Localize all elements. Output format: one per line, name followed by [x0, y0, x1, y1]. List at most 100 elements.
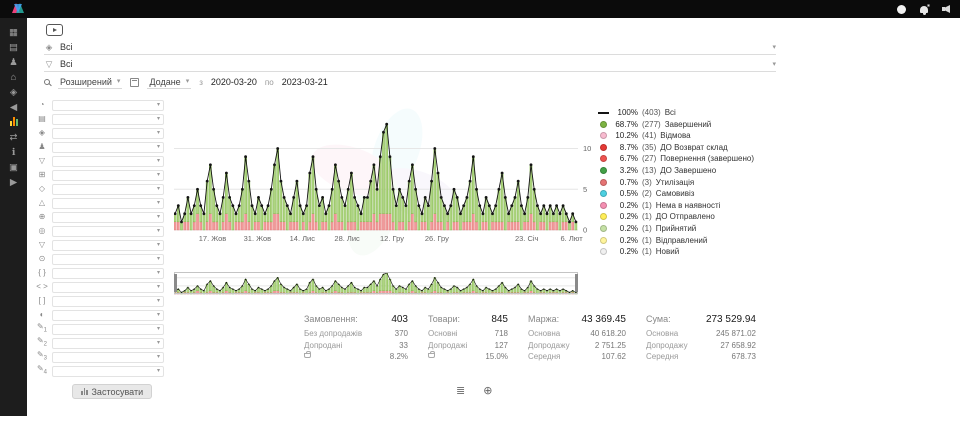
orders-icon[interactable]: ▤ — [5, 42, 22, 54]
dashboard-icon[interactable]: ▦ — [5, 27, 22, 39]
app-logo-icon[interactable] — [10, 2, 26, 17]
legend-item[interactable]: 8.7%(35)ДО Возврат склад — [600, 143, 805, 152]
filter-warehouse-select[interactable]: ⊞▾ — [36, 169, 164, 181]
legend-item[interactable]: 68.7%(277)Завершений — [600, 120, 805, 129]
marketing-icon[interactable]: ◀ — [5, 102, 22, 114]
filter-custom-2-dropdown[interactable]: ▾ — [52, 338, 164, 349]
filter-source-dropdown[interactable]: ▾ — [52, 100, 164, 111]
filter-delivery-select[interactable]: △▾ — [36, 197, 164, 209]
info-icon[interactable]: ℹ — [5, 147, 22, 159]
svg-text:14. Лис: 14. Лис — [290, 234, 316, 243]
legend-item[interactable]: 10.2%(41)Відмова — [600, 131, 805, 140]
filter-region-icon: ◎ — [36, 226, 48, 236]
legend-item[interactable]: 0.5%(2)Самовивіз — [600, 189, 805, 198]
stat-title: Маржа: — [528, 314, 559, 324]
filter-funnel-dropdown[interactable]: ▾ — [52, 240, 164, 251]
stat-subvalue: 40 618.20 — [590, 329, 626, 338]
filter-category-icon: ◈ — [36, 128, 48, 138]
filter-brackets-select[interactable]: [ ]▾ — [36, 295, 164, 307]
legend-item[interactable]: 0.2%(1)Відправлений — [600, 236, 805, 245]
date-from-input[interactable]: 2020-03-20 — [211, 77, 257, 87]
filter-delivery-dropdown[interactable]: ▾ — [52, 198, 164, 209]
filter-custom-1-dropdown[interactable]: ▾ — [52, 324, 164, 335]
filter-source-select[interactable]: ◔▾ — [36, 99, 164, 111]
filters-sidebar: ◔▾▤▾◈▾♟▾▽▾⊞▾◇▾△▾⊕▾◎▾▽▾⊙▾{ }▾< >▾[ ]▾◐▾✎1… — [36, 99, 164, 379]
legend-percent: 0.2% — [611, 212, 638, 221]
legend-percent: 8.7% — [611, 143, 638, 152]
filter-warehouse-dropdown[interactable]: ▾ — [52, 170, 164, 181]
products-icon[interactable]: ▣ — [5, 162, 22, 174]
legend-item[interactable]: 0.2%(1)ДО Отправлено — [600, 212, 805, 221]
legend-item[interactable]: 0.7%(3)Утилізація — [600, 178, 805, 187]
announcements-icon[interactable] — [942, 5, 950, 13]
legend-item[interactable]: 0.2%(1)Нема в наявності — [600, 201, 805, 210]
filter-custom-2-select[interactable]: ✎2▾ — [36, 337, 164, 349]
filter-category-select[interactable]: ◈▾ — [36, 127, 164, 139]
filter-funnel-select[interactable]: ▽▾ — [36, 239, 164, 251]
filter-status-select[interactable]: ▤▾ — [36, 113, 164, 125]
orders-status-chart[interactable]: 051017. Жов31. Жов14. Лис28. Лис12. Гру2… — [174, 120, 604, 246]
filter-payment-dropdown[interactable]: ▾ — [52, 212, 164, 223]
filter-payment-select[interactable]: ⊕▾ — [36, 211, 164, 223]
integrations-icon[interactable]: ⇄ — [5, 132, 22, 144]
filter-other-dropdown[interactable]: ▾ — [52, 310, 164, 321]
filter-brackets-dropdown[interactable]: ▾ — [52, 296, 164, 307]
filter-product-select[interactable]: ◇▾ — [36, 183, 164, 195]
apply-button-label: Застосувати — [92, 387, 144, 397]
search-mode-select[interactable]: Розширений ▾ — [58, 75, 122, 89]
filter-code-icon: < > — [36, 282, 48, 292]
media-icon[interactable]: ▶ — [5, 177, 22, 189]
legend-label: Новий — [656, 247, 679, 256]
list-view-icon[interactable]: ≣ — [456, 384, 465, 397]
filter-manager-dropdown[interactable]: ▾ — [52, 156, 164, 167]
filter-code-select[interactable]: < > ▾ — [36, 281, 164, 293]
filter-manager-select[interactable]: ▽▾ — [36, 155, 164, 167]
date-to-input[interactable]: 2023-03-21 — [282, 77, 328, 87]
filter-region-select[interactable]: ◎▾ — [36, 225, 164, 237]
filter-status-dropdown[interactable]: ▾ — [52, 114, 164, 125]
legend-label: ДО Возврат склад — [660, 143, 727, 152]
notification-badge — [927, 4, 930, 7]
legend-percent: 68.7% — [611, 120, 638, 129]
legend-item[interactable]: 6.7%(27)Повернення (завершено) — [600, 154, 805, 163]
chart-navigator[interactable] — [174, 272, 580, 296]
profile-icon[interactable] — [897, 5, 906, 14]
filter-custom-1-select[interactable]: ✎1▾ — [36, 323, 164, 335]
filter-region-dropdown[interactable]: ▾ — [52, 226, 164, 237]
stat-sublabel: Основна — [528, 329, 560, 338]
filter-site-dropdown[interactable]: ▾ — [52, 254, 164, 265]
search-icon[interactable] — [44, 79, 50, 85]
customers-icon[interactable]: ♟ — [5, 57, 22, 69]
date-field-select[interactable]: Додане ▾ — [147, 75, 191, 89]
filter-custom-3-dropdown[interactable]: ▾ — [52, 352, 164, 363]
secondary-status-select[interactable]: ▽ Всі ▾ — [44, 57, 776, 72]
chevron-down-icon: ▾ — [157, 158, 160, 164]
analytics-icon[interactable] — [5, 117, 22, 129]
legend-item[interactable]: 3.2%(13)ДО Завершено — [600, 166, 805, 175]
stat-subvalue: 2 751.25 — [595, 341, 626, 350]
svg-text:17. Жов: 17. Жов — [199, 234, 227, 243]
filter-braces-select[interactable]: { }▾ — [36, 267, 164, 279]
apply-button[interactable]: Застосувати — [72, 384, 152, 399]
notifications-bell-icon[interactable] — [920, 6, 928, 13]
shop-icon[interactable]: ⌂ — [5, 72, 22, 84]
filter-custom-3-select[interactable]: ✎3▾ — [36, 351, 164, 363]
filter-custom-4-dropdown[interactable]: ▾ — [52, 366, 164, 377]
legend-item[interactable]: 0.2%(1)Новий — [600, 247, 805, 256]
primary-status-select[interactable]: ◈ Всі ▾ — [44, 40, 776, 55]
filter-code-dropdown[interactable]: ▾ — [52, 282, 164, 293]
filter-site-select[interactable]: ⊙▾ — [36, 253, 164, 265]
globe-icon[interactable]: ⊕ — [483, 384, 492, 397]
display-mode-button[interactable] — [46, 24, 63, 36]
legend-item[interactable]: 0.2%(1)Прийнятий — [600, 224, 805, 233]
stat-sublabel: Основні — [428, 329, 458, 338]
filter-category-dropdown[interactable]: ▾ — [52, 128, 164, 139]
legend-item[interactable]: 100%(403)Всі — [600, 108, 805, 117]
tags-icon[interactable]: ◈ — [5, 87, 22, 99]
filter-client-select[interactable]: ♟▾ — [36, 141, 164, 153]
filter-client-dropdown[interactable]: ▾ — [52, 142, 164, 153]
filter-other-select[interactable]: ◐▾ — [36, 309, 164, 321]
filter-braces-dropdown[interactable]: ▾ — [52, 268, 164, 279]
filter-custom-4-select[interactable]: ✎4▾ — [36, 365, 164, 377]
filter-product-dropdown[interactable]: ▾ — [52, 184, 164, 195]
